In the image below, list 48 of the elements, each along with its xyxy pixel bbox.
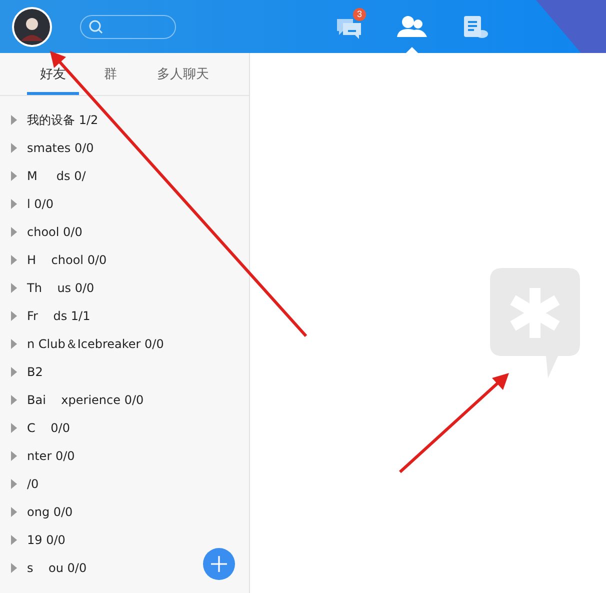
friend-group-label[interactable]: B2 bbox=[27, 365, 43, 379]
friend-group-label[interactable]: n Club＆Icebreaker 0/0 bbox=[27, 336, 164, 352]
friend-group-label[interactable]: ong 0/0 bbox=[27, 505, 73, 519]
expand-arrow-icon[interactable] bbox=[11, 283, 17, 293]
empty-chat-placeholder-icon bbox=[490, 268, 580, 380]
friend-group-label[interactable]: Th us 0/0 bbox=[27, 281, 94, 295]
friend-group-label[interactable]: M ds 0/ bbox=[27, 169, 86, 183]
contacts-icon bbox=[397, 14, 427, 38]
search-field[interactable] bbox=[80, 14, 176, 38]
expand-arrow-icon[interactable] bbox=[11, 171, 17, 181]
plus-icon bbox=[210, 555, 228, 573]
contact-tab[interactable]: 群 bbox=[91, 53, 130, 95]
expand-arrow-icon[interactable] bbox=[11, 451, 17, 461]
expand-arrow-icon[interactable] bbox=[11, 143, 17, 153]
avatar[interactable] bbox=[12, 6, 52, 46]
expand-arrow-icon[interactable] bbox=[11, 507, 17, 517]
expand-arrow-icon[interactable] bbox=[11, 255, 17, 265]
expand-arrow-icon[interactable] bbox=[11, 199, 17, 209]
friend-group-label[interactable]: smates 0/0 bbox=[27, 141, 94, 155]
add-button[interactable] bbox=[203, 548, 235, 580]
expand-arrow-icon[interactable] bbox=[11, 227, 17, 237]
friend-group-label[interactable]: chool 0/0 bbox=[27, 225, 82, 239]
avatar-silhouette-icon bbox=[12, 6, 52, 46]
friend-group-label[interactable]: 我的设备 1/2 bbox=[27, 112, 98, 128]
search-icon bbox=[89, 20, 103, 34]
corner-decoration bbox=[536, 0, 606, 53]
friend-group-label[interactable]: /0 bbox=[27, 477, 39, 491]
contact-tab[interactable]: 多人聊天 bbox=[144, 53, 222, 95]
expand-arrow-icon[interactable] bbox=[11, 395, 17, 405]
unread-badge: 3 bbox=[353, 8, 366, 21]
expand-arrow-icon[interactable] bbox=[11, 479, 17, 489]
expand-arrow-icon[interactable] bbox=[11, 367, 17, 377]
friend-group-label[interactable]: l 0/0 bbox=[27, 197, 54, 211]
expand-arrow-icon[interactable] bbox=[11, 563, 17, 573]
friend-group-label[interactable]: Fr ds 1/1 bbox=[27, 309, 90, 323]
document-icon bbox=[462, 14, 488, 38]
expand-arrow-icon[interactable] bbox=[11, 423, 17, 433]
friend-group-label[interactable]: C 0/0 bbox=[27, 421, 70, 435]
chat-tab[interactable]: 3 bbox=[330, 0, 368, 53]
friend-group-label[interactable]: s ou 0/0 bbox=[27, 561, 87, 575]
friend-group-label[interactable]: nter 0/0 bbox=[27, 449, 75, 463]
expand-arrow-icon[interactable] bbox=[11, 115, 17, 125]
expand-arrow-icon[interactable] bbox=[11, 535, 17, 545]
expand-arrow-icon[interactable] bbox=[11, 339, 17, 349]
friend-group-label[interactable]: H chool 0/0 bbox=[27, 253, 107, 267]
expand-arrow-icon[interactable] bbox=[11, 311, 17, 321]
friend-group-label[interactable]: 19 0/0 bbox=[27, 533, 66, 547]
friend-group-label[interactable]: Bai xperience 0/0 bbox=[27, 393, 144, 407]
